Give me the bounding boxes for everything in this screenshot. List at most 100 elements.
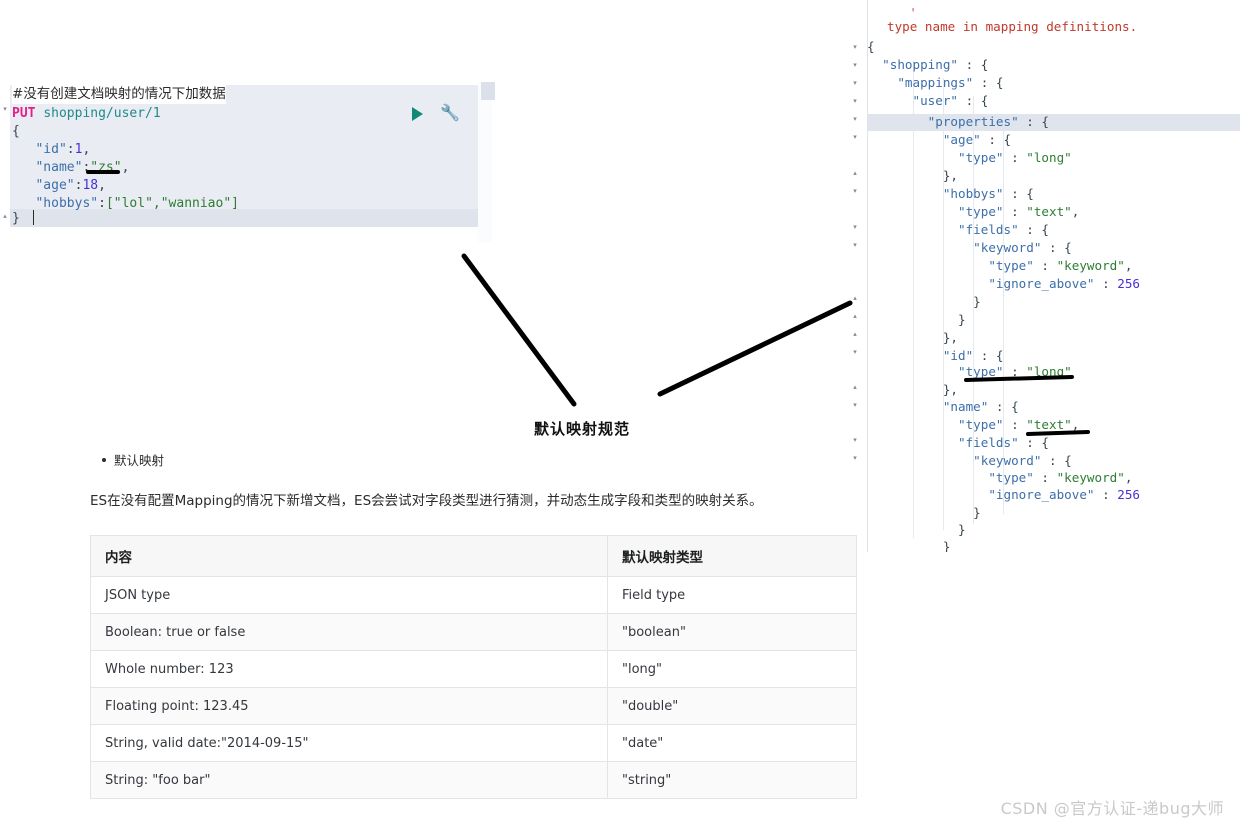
response-indent	[867, 364, 958, 379]
annotation-line-right	[657, 300, 853, 397]
console-scrollbar[interactable]	[478, 82, 492, 242]
hobbys-key-token: "hobbys"	[942, 186, 1004, 201]
table-cell-type: "date"	[607, 724, 857, 762]
punc-token: :	[1003, 150, 1027, 165]
punc-token: : {	[980, 132, 1012, 147]
table-cell-type: Field type	[607, 576, 857, 614]
fold-marker-icon[interactable]: ▴	[851, 384, 859, 392]
fold-marker-icon[interactable]: ▾	[1, 106, 9, 114]
fold-marker-icon[interactable]: ▴	[851, 331, 859, 339]
age-value-token: 18	[82, 178, 99, 193]
response-indent	[867, 312, 958, 327]
punc-token: }	[973, 294, 981, 309]
fold-marker-icon[interactable]: ▾	[851, 437, 859, 445]
response-indent	[867, 186, 943, 201]
punc-token: :	[1003, 364, 1027, 379]
csdn-watermark: CSDN @官方认证-递bug大师	[1000, 799, 1224, 818]
colon-token: :	[98, 196, 106, 211]
default-mapping-table: 内容 默认映射类型 JSON type Field type Boolean: …	[90, 535, 857, 799]
properties-key-token: "properties"	[927, 114, 1019, 129]
fold-marker-icon[interactable]: ▾	[851, 402, 859, 410]
annotation-line-left	[461, 253, 577, 407]
fold-marker-icon[interactable]: ▴	[851, 170, 859, 178]
response-indent	[867, 435, 958, 450]
article-body: 默认映射 ES在没有配置Mapping的情况下新增文档，ES会尝试对字段类型进行…	[90, 450, 860, 799]
fold-marker-icon[interactable]: ▴	[851, 295, 859, 303]
table-cell-content: Boolean: true or false	[90, 613, 608, 651]
text-caret	[33, 210, 34, 225]
fold-marker-icon[interactable]: ▾	[851, 44, 859, 52]
response-indent	[867, 453, 973, 468]
fold-marker-icon[interactable]: ▾	[851, 242, 859, 250]
punc-token: : {	[1018, 114, 1050, 129]
ignore-above-value-token: 256	[1117, 276, 1140, 291]
fold-marker-icon[interactable]: ▾	[851, 224, 859, 232]
wrench-icon[interactable]: 🔧	[440, 105, 460, 123]
fold-marker-icon[interactable]: ▾	[851, 116, 859, 124]
punc-token: ,	[1071, 417, 1080, 432]
fold-marker-icon[interactable]: ▾	[851, 62, 859, 70]
punc-token: :	[1033, 470, 1057, 485]
response-indent	[867, 348, 943, 363]
fold-marker-icon[interactable]: ▾	[851, 98, 859, 106]
table-header-mapping-type: 默认映射类型	[607, 535, 857, 577]
type-value-token: "keyword"	[1056, 258, 1125, 273]
console-response-clipped-line: _ ', _	[895, 6, 939, 14]
user-key-token: "user"	[912, 93, 959, 108]
keyword-key-token: "keyword"	[973, 453, 1042, 468]
response-indent	[867, 150, 958, 165]
table-row: JSON type Field type	[90, 576, 857, 614]
console-body-line-open[interactable]: {	[12, 123, 20, 141]
response-indent	[867, 505, 973, 520]
punc-token: : {	[988, 399, 1019, 414]
punc-token: }	[973, 505, 981, 520]
name-key-token: "name"	[35, 160, 83, 175]
punc-token: : {	[1018, 435, 1050, 450]
table-cell-type: "boolean"	[607, 613, 857, 651]
punc-token: : {	[958, 93, 989, 108]
response-indent	[867, 294, 973, 309]
bullet-item-label: 默认映射	[114, 453, 165, 468]
response-indent	[867, 417, 958, 432]
fields-key-token: "fields"	[958, 222, 1019, 237]
console-scrollbar-thumb[interactable]	[481, 82, 495, 100]
response-line-token: {	[867, 39, 875, 54]
console-request-comment: #没有创建文档映射的情况下加数据	[12, 85, 226, 104]
fold-marker-icon[interactable]: ▾	[851, 134, 859, 142]
console-body-line-age[interactable]: "age":18,	[12, 177, 105, 195]
fold-marker-icon[interactable]: ▴	[851, 313, 859, 321]
response-indent	[867, 522, 958, 537]
console-body-line-hobbys[interactable]: "hobbys":["lol","wanniao"]	[12, 195, 239, 213]
hobbys-key-token: "hobbys"	[35, 196, 99, 211]
punc-token: }	[958, 312, 966, 327]
fold-marker-icon[interactable]: ▾	[851, 349, 859, 357]
punc-token: : {	[958, 57, 989, 72]
type-value-token: "long"	[1026, 364, 1072, 379]
name-value-token: "zs"	[90, 160, 122, 175]
comma-token: ,	[121, 160, 130, 175]
console-action-buttons[interactable]: 🔧	[412, 105, 472, 126]
fold-marker-icon[interactable]: ▾	[851, 188, 859, 196]
fold-marker-icon[interactable]: ▾	[851, 80, 859, 88]
punc-token: ,	[1124, 470, 1133, 485]
table-row: Floating point: 123.45 "double"	[90, 687, 857, 725]
console-request-editor[interactable]: ▾ ▴ #没有创建文档映射的情况下加数据 PUT shopping/user/1…	[0, 82, 495, 245]
response-indent	[867, 240, 973, 255]
table-header-row: 内容 默认映射类型	[90, 535, 857, 577]
console-body-line-id[interactable]: "id":1,	[12, 141, 90, 159]
console-body-line-close[interactable]: }	[12, 210, 20, 228]
console-request-method-line[interactable]: PUT shopping/user/1	[12, 105, 161, 123]
bullet-list-item: 默认映射	[102, 450, 860, 469]
table-cell-content: Whole number: 123	[90, 650, 608, 688]
table-cell-content: Floating point: 123.45	[90, 687, 608, 725]
console-response-panel[interactable]: ▾ ▾ ▾ ▾ ▾ ▾ ▴ ▾ ▾ ▾ ▴ ▴ ▴ ▾ ▴ ▾ ▾ ▾ _ ',…	[845, 0, 1240, 552]
table-cell-type: "double"	[607, 687, 857, 725]
response-indent	[867, 168, 943, 183]
play-icon[interactable]	[412, 107, 423, 121]
punc-token: ,	[1124, 258, 1133, 273]
punc-token: :	[1094, 276, 1118, 291]
fold-marker-icon[interactable]: ▴	[1, 213, 9, 221]
ignore-above-value-token: 256	[1117, 487, 1140, 502]
response-indent	[867, 487, 988, 502]
console-body-line-name[interactable]: "name":"zs",	[12, 159, 129, 177]
